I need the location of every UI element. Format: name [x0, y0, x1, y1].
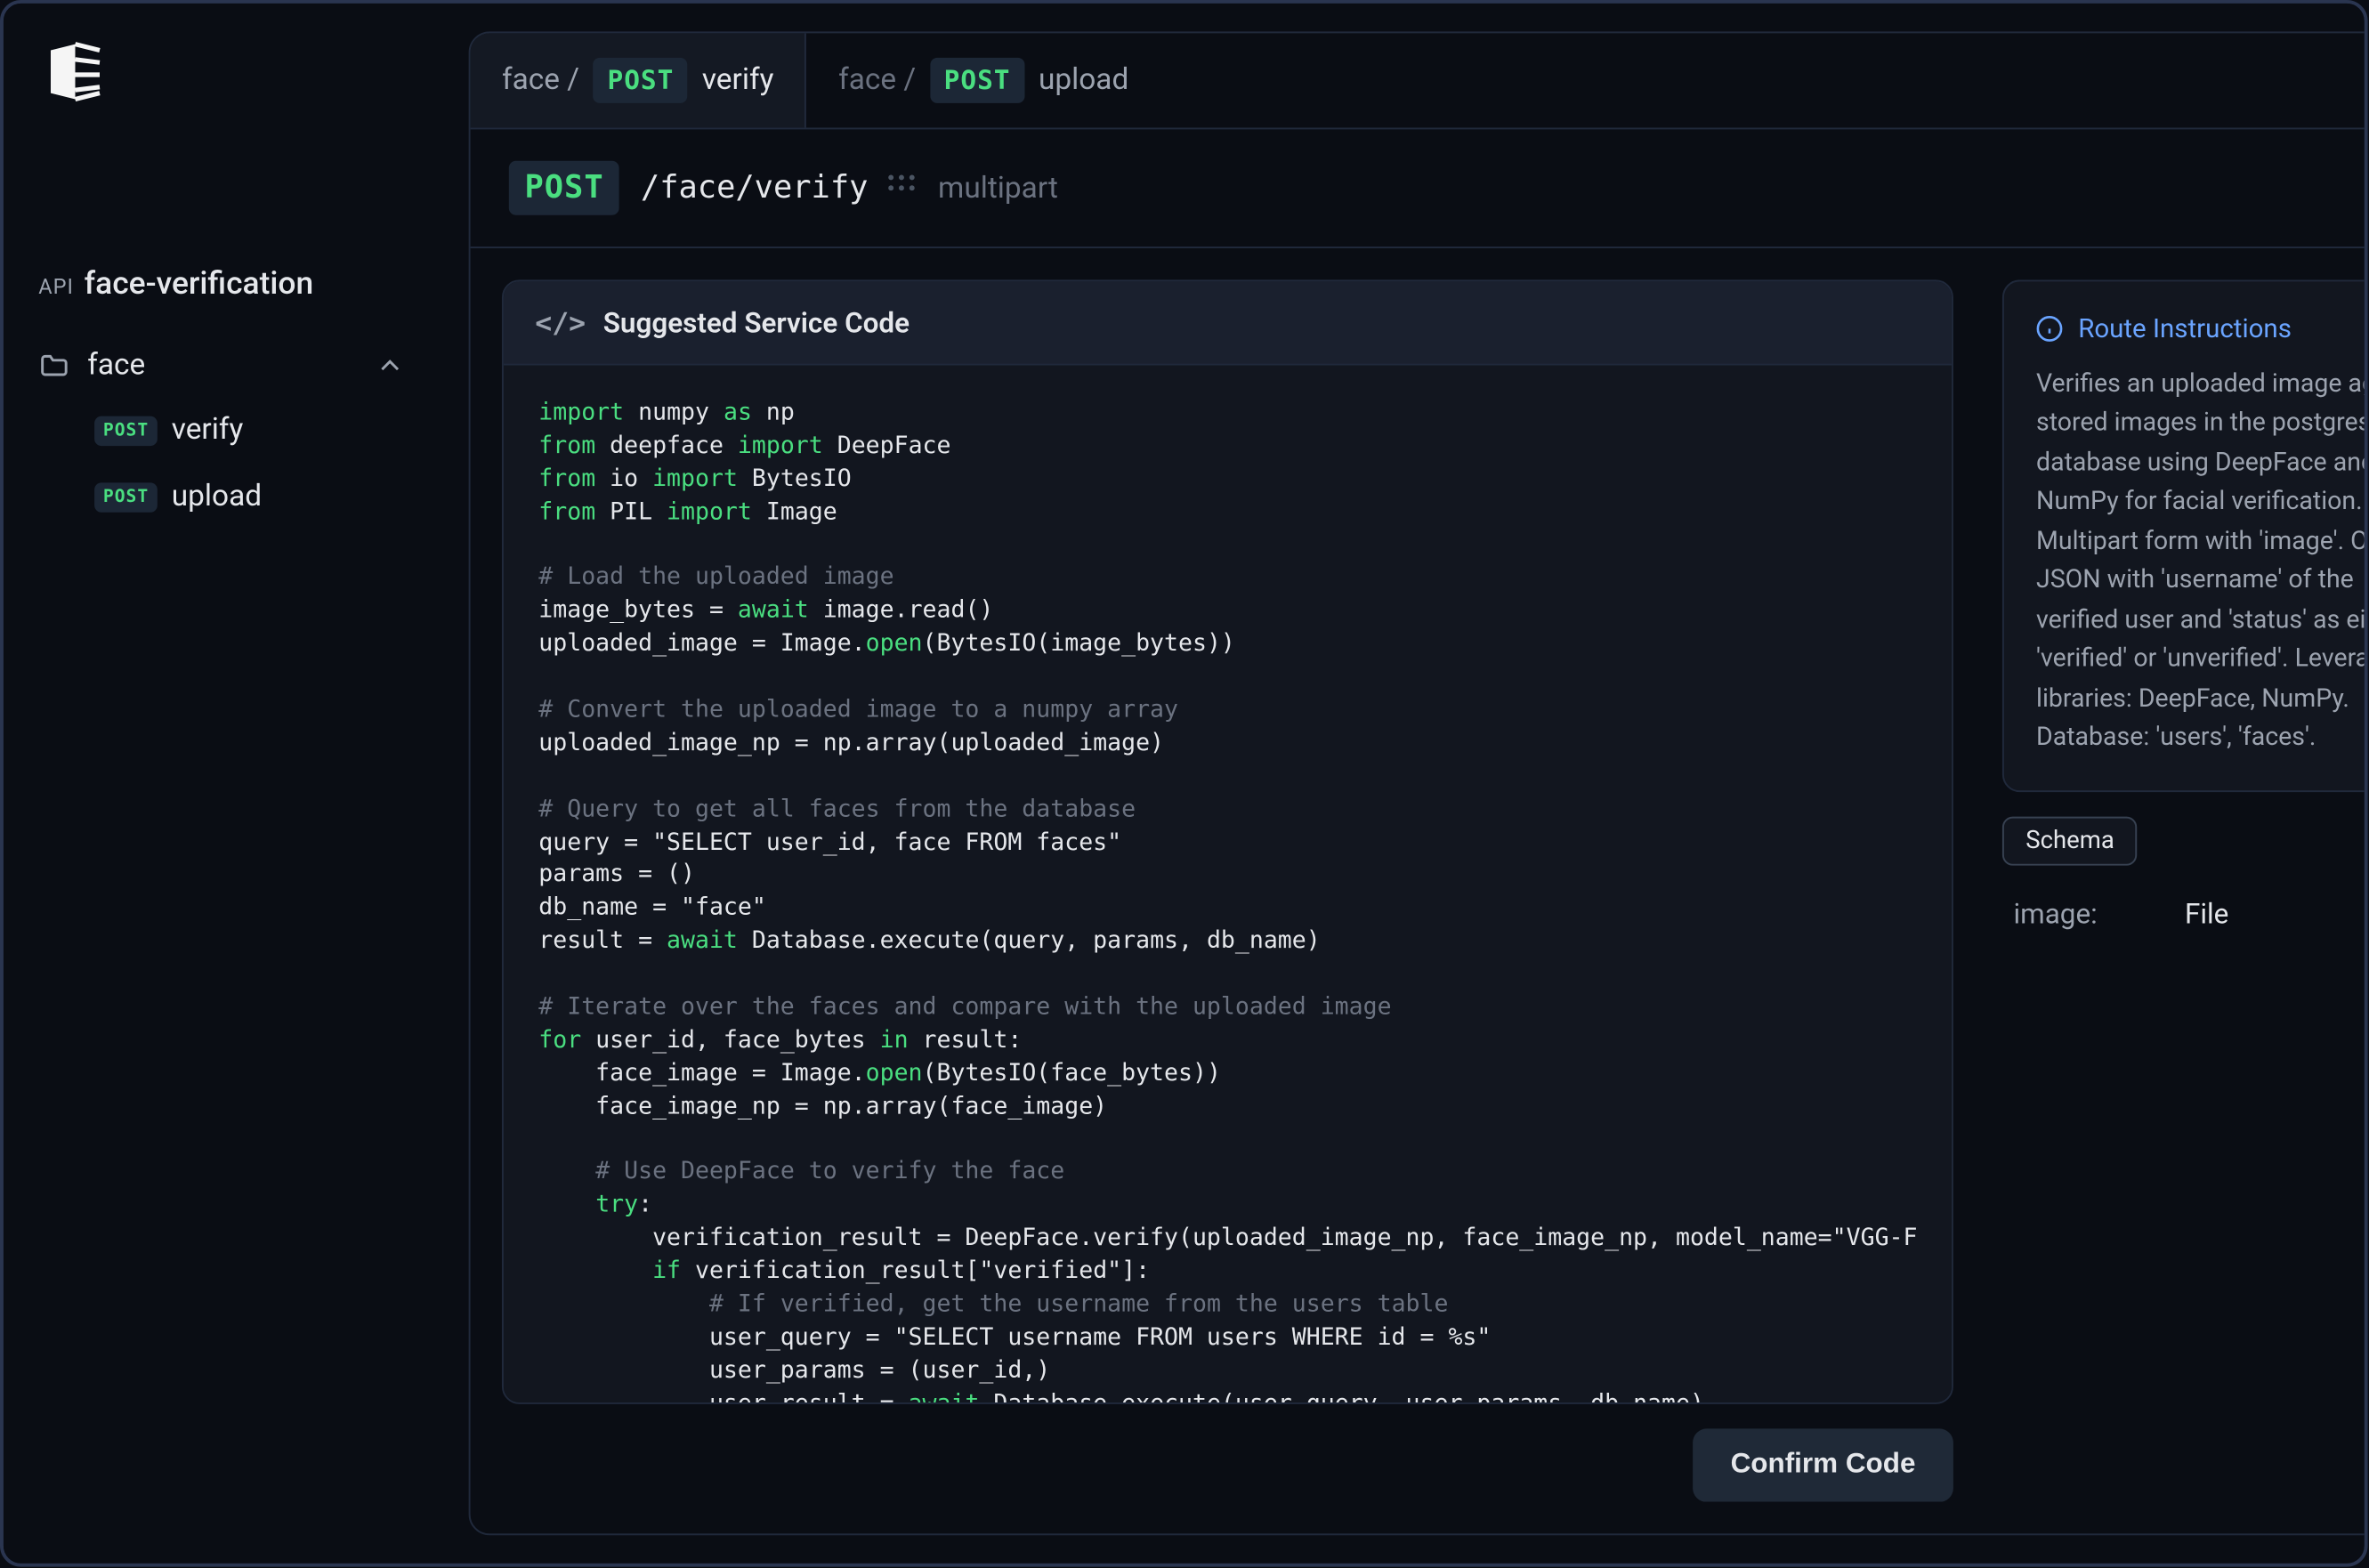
schema-key: image: [2013, 896, 2097, 929]
api-name: face-verification [85, 266, 314, 303]
sidebar-item-label: upload [172, 479, 262, 513]
schema-row: image: File [2003, 890, 2368, 937]
code-panel: </> Suggested Service Code import numpy … [502, 279, 1954, 1403]
code-icon: </> [535, 306, 586, 339]
tab-upload[interactable]: face / POST upload [807, 33, 1160, 127]
app-logo-icon [38, 35, 112, 109]
method-badge: POST [930, 58, 1024, 103]
route-path: /face/verify [641, 170, 869, 206]
route-instructions-panel: Route Instructions Verifies an uploaded … [2003, 279, 2368, 791]
tab-label: verify [702, 63, 774, 98]
sidebar-item-label: verify [172, 413, 244, 448]
chevron-up-icon [375, 350, 406, 381]
code-panel-header: </> Suggested Service Code [504, 281, 1953, 365]
api-prefix-label: API [38, 275, 74, 300]
info-icon [2036, 315, 2064, 343]
schema-value: File [2185, 896, 2228, 929]
method-badge: POST [509, 161, 620, 215]
sidebar-item-verify[interactable]: POST verify [94, 397, 406, 464]
route-content-type: multipart [938, 171, 1058, 206]
sidebar-item-upload[interactable]: POST upload [94, 464, 406, 530]
tab-crumb: face / [838, 63, 916, 98]
tab-crumb: face / [502, 63, 579, 98]
sidebar: API face-verification face POST verify P… [4, 4, 441, 1564]
method-badge: POST [594, 58, 688, 103]
schema-label[interactable]: Schema [2003, 816, 2138, 865]
instructions-title: Route Instructions [2078, 313, 2292, 344]
tab-label: upload [1039, 63, 1128, 98]
instructions-body: Verifies an uploaded image against store… [2036, 366, 2368, 759]
tabs-bar: face / POST verify face / POST upload [471, 33, 2368, 129]
folder-icon [38, 350, 69, 381]
code-panel-title: Suggested Service Code [603, 306, 910, 339]
tab-verify[interactable]: face / POST verify [471, 33, 807, 127]
api-header: API face-verification [38, 266, 406, 303]
main-panel-wrapper: face / POST verify face / POST upload PO… [441, 4, 2367, 1564]
route-header: POST /face/verify multipart [471, 129, 2368, 248]
folder-label: face [87, 348, 145, 383]
code-body[interactable]: import numpy as np from deepface import … [504, 366, 1953, 1402]
instructions-title-row: Route Instructions [2036, 313, 2368, 344]
method-badge: POST [94, 416, 158, 445]
method-badge: POST [94, 481, 158, 511]
drag-handle-icon[interactable] [889, 174, 917, 202]
confirm-code-button[interactable]: Confirm Code [1692, 1428, 1953, 1502]
sidebar-folder-face[interactable]: face [38, 334, 406, 397]
